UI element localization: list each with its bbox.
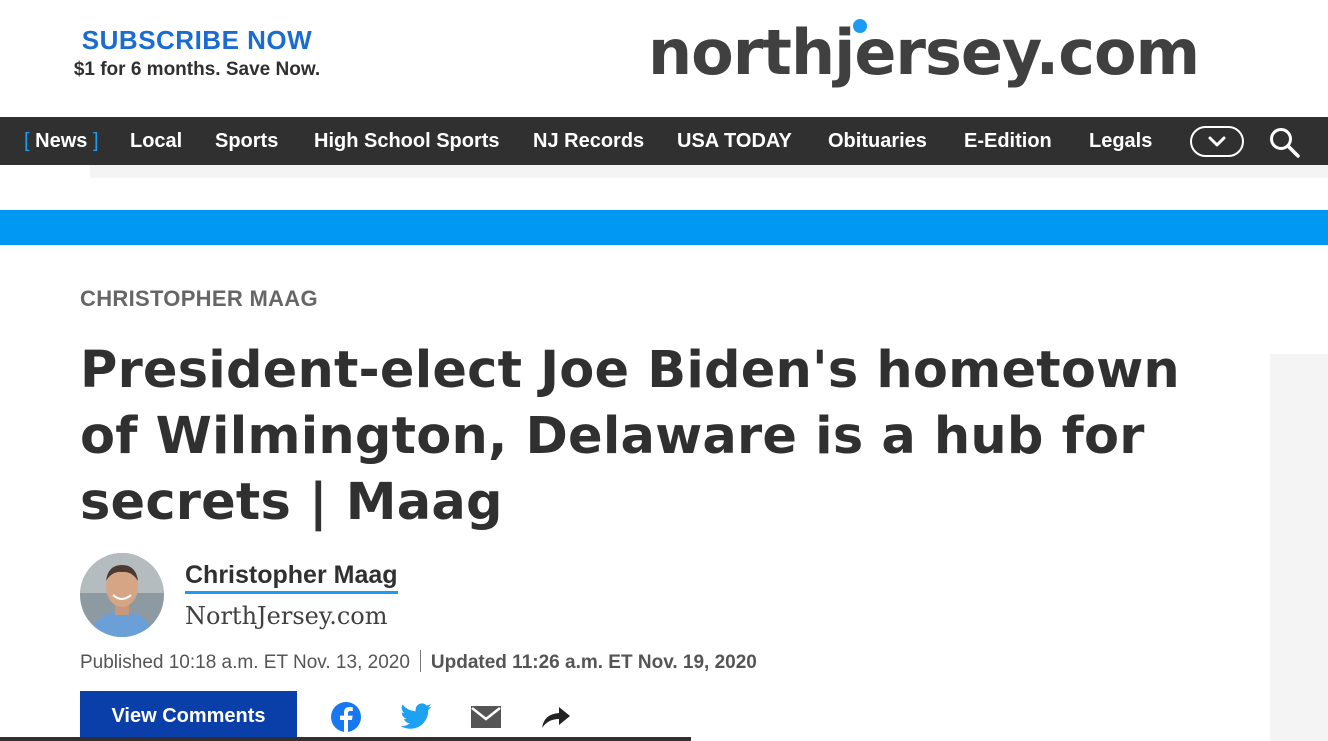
- article-headline: President-elect Joe Biden's hometown of …: [80, 341, 1180, 532]
- subscribe-promo[interactable]: SUBSCRIBE NOW $1 for 6 months. Save Now.: [52, 24, 342, 82]
- search-button[interactable]: [1268, 126, 1302, 158]
- share-icon: [542, 707, 570, 728]
- nav-bracket-open: [: [24, 130, 30, 152]
- search-icon: [1270, 128, 1300, 158]
- bottom-divider: [0, 737, 691, 741]
- nav-item-high-school-sports[interactable]: High School Sports: [314, 117, 500, 165]
- site-logo[interactable]: northjersey.com: [648, 10, 1248, 100]
- view-comments-button[interactable]: View Comments: [80, 691, 297, 741]
- author-name-link[interactable]: Christopher Maag: [185, 560, 398, 594]
- section-label[interactable]: CHRISTOPHER MAAG: [80, 285, 318, 313]
- nav-item-nj-records[interactable]: NJ Records: [533, 117, 644, 165]
- accent-band: [0, 210, 1328, 245]
- subnav-strip: [90, 165, 1328, 178]
- main-nav: [ News ] Local Sports High School Sports…: [0, 117, 1328, 165]
- nav-item-usa-today[interactable]: USA TODAY: [677, 117, 792, 165]
- nav-item-news[interactable]: [ News ]: [24, 117, 99, 165]
- twitter-icon: [400, 703, 432, 729]
- author-organization: NorthJersey.com: [185, 602, 388, 630]
- nav-item-e-edition[interactable]: E-Edition: [964, 117, 1052, 165]
- published-date: Published 10:18 a.m. ET Nov. 13, 2020: [80, 652, 410, 673]
- updated-date: Updated 11:26 a.m. ET Nov. 19, 2020: [430, 652, 757, 673]
- email-share-button[interactable]: [469, 700, 503, 734]
- nav-item-sports[interactable]: Sports: [215, 117, 278, 165]
- logo-dot: [853, 19, 867, 33]
- facebook-icon: [331, 702, 361, 732]
- nav-bracket-close: ]: [92, 130, 99, 152]
- facebook-share-button[interactable]: [329, 700, 363, 734]
- nav-item-obituaries[interactable]: Obituaries: [828, 117, 927, 165]
- subscribe-title: SUBSCRIBE NOW: [81, 25, 313, 55]
- right-rail: [1270, 354, 1328, 741]
- email-icon: [471, 706, 501, 728]
- nav-item-local[interactable]: Local: [130, 117, 182, 165]
- article-dates: Published 10:18 a.m. ET Nov. 13, 2020 Upd…: [80, 650, 757, 675]
- nav-item-label: News: [35, 130, 88, 152]
- date-divider: [419, 650, 421, 672]
- chevron-down-icon: [1208, 136, 1226, 147]
- nav-item-legals[interactable]: Legals: [1089, 117, 1152, 165]
- twitter-share-button[interactable]: [399, 700, 433, 734]
- logo-text: northjersey.com: [648, 16, 1200, 89]
- more-share-button[interactable]: [539, 700, 573, 734]
- site-header: SUBSCRIBE NOW $1 for 6 months. Save Now.…: [0, 0, 1328, 117]
- author-avatar: [80, 553, 164, 637]
- subscribe-subtitle: $1 for 6 months. Save Now.: [73, 59, 321, 80]
- nav-more-button[interactable]: [1190, 126, 1244, 157]
